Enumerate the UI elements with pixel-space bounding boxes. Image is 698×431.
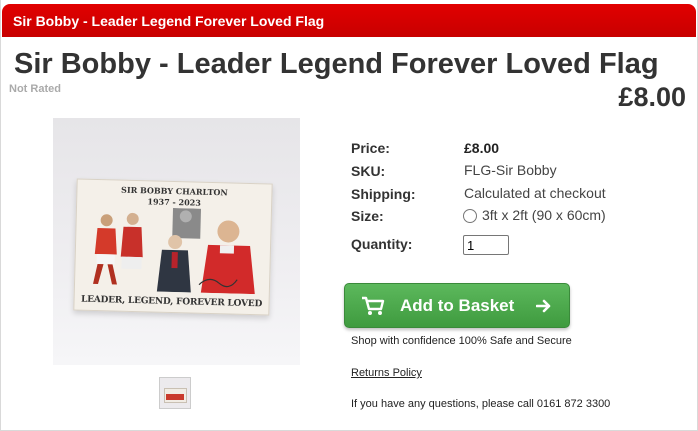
price-value: £8.00	[464, 140, 500, 156]
contact-text: If you have any questions, please call 0…	[351, 398, 611, 410]
shipping-value: Calculated at checkout	[464, 185, 606, 201]
add-to-basket-button[interactable]: Add to Basket	[344, 283, 570, 328]
flag-motto-text: LEADER, LEGEND, FOREVER LOVED	[80, 294, 263, 310]
arrow-right-icon	[536, 299, 551, 313]
add-to-basket-label: Add to Basket	[400, 296, 515, 315]
product-title: Sir Bobby - Leader Legend Forever Loved …	[14, 48, 659, 80]
returns-policy-link[interactable]: Returns Policy	[351, 367, 422, 379]
size-radio-button[interactable]	[463, 209, 477, 223]
price-label: Price:	[351, 140, 390, 156]
size-option-label[interactable]: 3ft x 2ft (90 x 60cm)	[482, 207, 606, 223]
title-bar: Sir Bobby - Leader Legend Forever Loved …	[2, 4, 696, 37]
confidence-text: Shop with confidence 100% Safe and Secur…	[351, 335, 572, 347]
sku-value: FLG-Sir Bobby	[464, 162, 557, 178]
rating-status: Not Rated	[9, 83, 61, 95]
flag-artwork	[93, 207, 255, 295]
product-price: £8.00	[618, 82, 686, 112]
product-thumbnail[interactable]	[159, 377, 191, 409]
cart-icon	[362, 296, 385, 315]
shipping-label: Shipping:	[351, 186, 416, 202]
quantity-input[interactable]	[463, 235, 509, 255]
size-label: Size:	[351, 208, 384, 224]
thumbnail-flag-detail	[166, 394, 184, 400]
title-bar-text: Sir Bobby - Leader Legend Forever Loved …	[13, 13, 325, 29]
product-main-image[interactable]: SIR BOBBY CHARLTON 1937 - 2023 LEADER, L…	[53, 118, 300, 365]
quantity-label: Quantity:	[351, 236, 413, 252]
flag-picture: SIR BOBBY CHARLTON 1937 - 2023 LEADER, L…	[73, 178, 273, 316]
sku-label: SKU:	[351, 163, 386, 179]
